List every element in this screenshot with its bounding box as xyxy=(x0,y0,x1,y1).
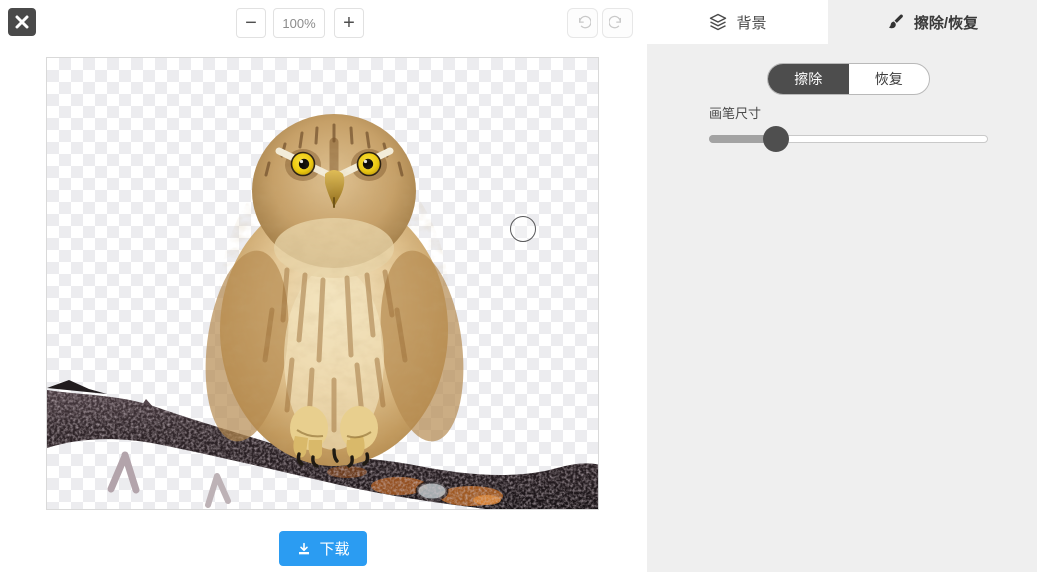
zoom-out-button[interactable]: − xyxy=(236,8,266,38)
download-icon xyxy=(299,542,310,554)
undo-button[interactable] xyxy=(567,8,598,38)
close-icon xyxy=(15,15,29,29)
tab-erase-restore-label: 擦除/恢复 xyxy=(913,14,979,32)
tab-background-label: 背景 xyxy=(736,14,767,32)
undo-icon xyxy=(579,15,591,28)
brush-cursor-circle xyxy=(510,216,536,242)
redo-button[interactable] xyxy=(602,8,633,38)
brush-icon xyxy=(888,14,903,28)
plus-icon: + xyxy=(343,12,355,34)
zoom-level-value: 100% xyxy=(273,8,325,38)
redo-icon xyxy=(609,15,621,28)
slider-handle[interactable] xyxy=(762,126,789,152)
owl-graphic xyxy=(205,114,464,468)
restore-mode-button[interactable]: 恢复 xyxy=(849,64,930,94)
zoom-in-button[interactable]: + xyxy=(334,8,364,38)
tab-erase-restore[interactable]: 擦除/恢复 xyxy=(828,0,1037,44)
close-button[interactable] xyxy=(8,8,36,36)
layers-icon xyxy=(710,13,727,31)
tab-background[interactable]: 背景 xyxy=(647,0,828,44)
download-button[interactable]: 下载 xyxy=(279,531,367,566)
editing-canvas[interactable] xyxy=(46,57,599,510)
owl-cutout-image xyxy=(47,114,598,509)
settings-panel: 背景 擦除/恢复 擦除 恢复 画笔尺寸 xyxy=(647,0,1037,572)
brush-size-label: 画笔尺寸 xyxy=(709,106,762,121)
download-label: 下载 xyxy=(319,541,350,558)
brush-size-slider[interactable] xyxy=(709,126,988,152)
minus-icon: − xyxy=(245,12,257,34)
erase-mode-button[interactable]: 擦除 xyxy=(768,64,849,94)
mode-toggle: 擦除 恢复 xyxy=(767,63,930,95)
